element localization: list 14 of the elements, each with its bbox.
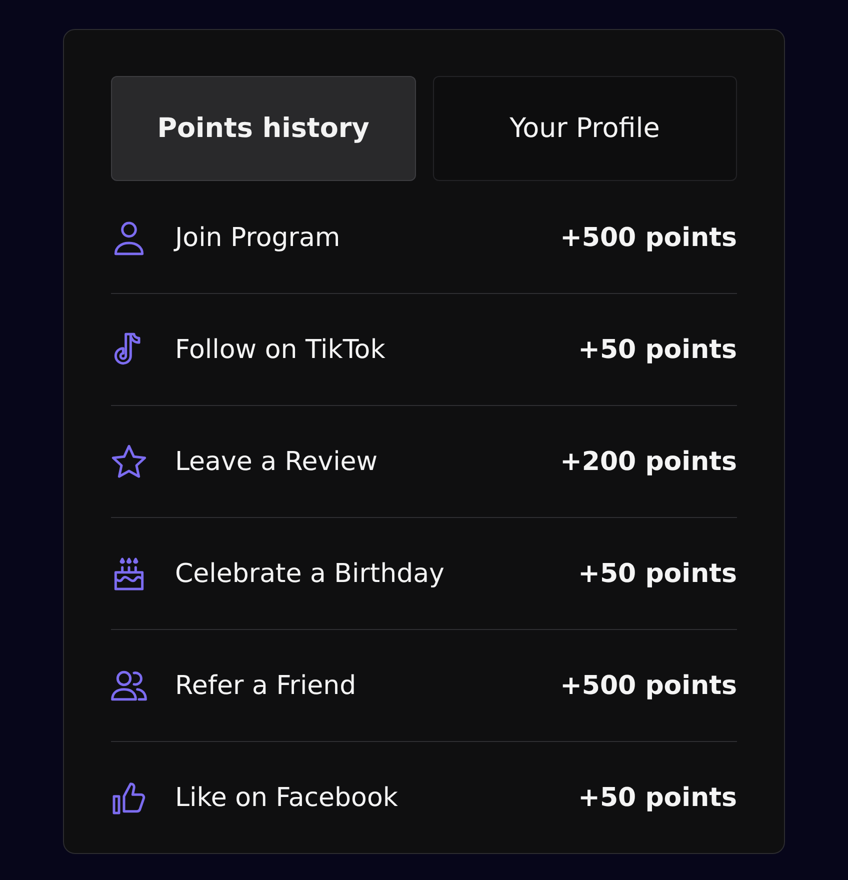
points-value: +50 points: [578, 558, 737, 588]
task-label: Like on Facebook: [175, 782, 399, 812]
points-value: +500 points: [560, 222, 737, 252]
tab[interactable]: Your Profile: [432, 76, 737, 181]
points-value: +200 points: [560, 446, 737, 476]
task-label: Leave a Review: [175, 446, 379, 476]
points-value: +50 points: [578, 334, 737, 364]
task-label: Refer a Friend: [175, 670, 358, 700]
points-value: +500 points: [560, 670, 737, 700]
task-label: Celebrate a Birthday: [175, 558, 446, 588]
tab[interactable]: Points history: [111, 76, 416, 181]
task-label: Follow on TikTok: [175, 334, 386, 364]
task-label: Join Program: [175, 222, 342, 252]
points-value: +50 points: [578, 782, 737, 812]
